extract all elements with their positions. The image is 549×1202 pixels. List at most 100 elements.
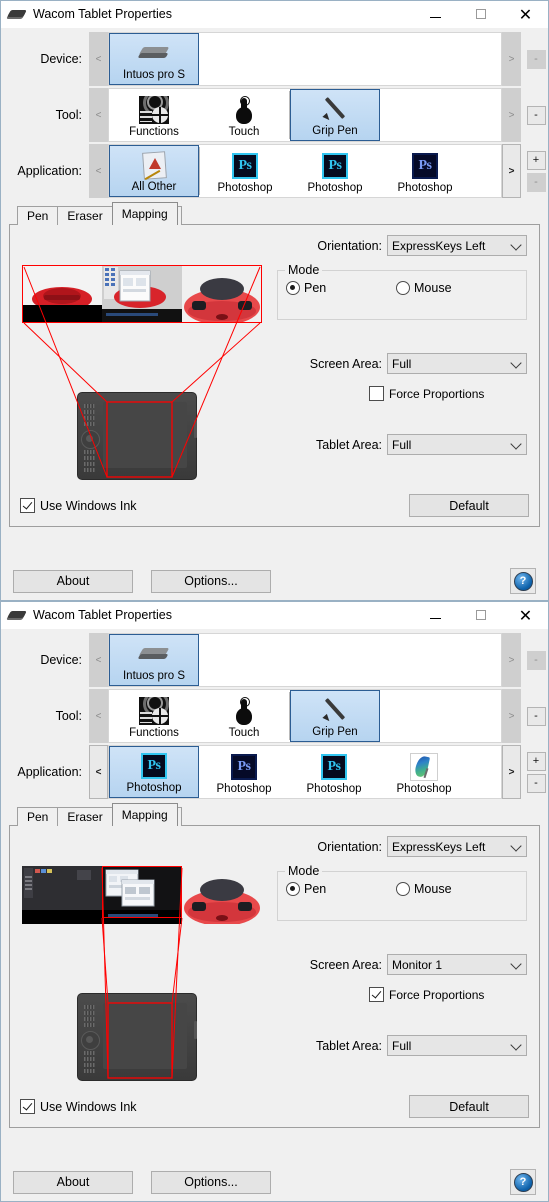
functions-icon xyxy=(139,696,169,726)
application-item-photoshop-0[interactable]: Ps Photoshop xyxy=(109,746,199,798)
orientation-label: Orientation: xyxy=(317,839,382,854)
radio-dot-icon xyxy=(396,882,410,896)
mode-group: Mode Pen Mouse xyxy=(277,864,527,921)
mode-pen-radio[interactable]: Pen xyxy=(286,281,396,295)
tool-item-functions[interactable]: Functions xyxy=(109,89,199,141)
tool-next-button[interactable]: > xyxy=(502,689,521,743)
device-minus-col: - xyxy=(524,32,548,86)
tab-eraser[interactable]: Eraser xyxy=(57,807,113,826)
options-button[interactable]: Options... xyxy=(151,1170,271,1194)
default-button[interactable]: Default xyxy=(409,1095,529,1118)
device-next-button[interactable]: > xyxy=(502,633,521,687)
application-prev-button[interactable]: < xyxy=(89,144,108,198)
maximize-button[interactable] xyxy=(458,602,503,628)
tool-remove-button[interactable]: - xyxy=(526,706,546,726)
tool-item-grip-pen[interactable]: Grip Pen xyxy=(290,690,380,742)
application-item-photoshop-3[interactable]: Ps Photoshop xyxy=(380,145,470,197)
tablet-preview[interactable] xyxy=(77,392,197,480)
tool-remove-button[interactable]: - xyxy=(526,105,546,125)
application-item-photoshop-1[interactable]: Ps Photoshop xyxy=(199,746,289,798)
device-item-intuos-pro-s[interactable]: Intuos pro S xyxy=(109,634,199,686)
chevron-down-icon xyxy=(510,1039,522,1051)
application-item-label: Photoshop xyxy=(307,182,363,194)
application-remove-button[interactable]: - xyxy=(526,773,546,793)
application-item-photoshop-2[interactable]: Ps Photoshop xyxy=(289,746,379,798)
force-proportions-checkbox[interactable] xyxy=(369,386,384,401)
close-button[interactable]: ✕ xyxy=(503,602,548,628)
help-button[interactable]: ? xyxy=(510,568,536,594)
tablet-area-select[interactable]: Full xyxy=(387,1035,527,1056)
minimize-button[interactable] xyxy=(413,1,458,27)
window-controls: ✕ xyxy=(413,602,548,628)
device-remove-button[interactable]: - xyxy=(526,49,546,69)
force-proportions-row[interactable]: Force Proportions xyxy=(277,987,527,1002)
force-proportions-checkbox[interactable] xyxy=(369,987,384,1002)
help-button[interactable]: ? xyxy=(510,1169,536,1195)
tool-item-touch[interactable]: Touch xyxy=(199,89,289,141)
functions-icon xyxy=(139,95,169,125)
application-item-photoshop-2[interactable]: Ps Photoshop xyxy=(290,145,380,197)
minimize-button[interactable] xyxy=(413,602,458,628)
screen-preview[interactable] xyxy=(22,866,262,924)
mode-mouse-radio[interactable]: Mouse xyxy=(396,882,452,896)
application-item-label: All Other xyxy=(131,181,177,193)
device-prev-button[interactable]: < xyxy=(89,32,108,86)
device-next-button[interactable]: > xyxy=(502,32,521,86)
maximize-button[interactable] xyxy=(458,1,503,27)
mode-pen-radio[interactable]: Pen xyxy=(286,882,396,896)
device-remove-button[interactable]: - xyxy=(526,650,546,670)
options-button[interactable]: Options... xyxy=(151,569,271,593)
tool-item-label: Touch xyxy=(228,126,260,138)
about-button[interactable]: About xyxy=(13,1170,133,1194)
device-item-intuos-pro-s[interactable]: Intuos pro S xyxy=(109,33,199,85)
tab-mapping[interactable]: Mapping xyxy=(111,803,178,826)
use-windows-ink-checkbox[interactable] xyxy=(20,1099,35,1114)
application-remove-button[interactable]: - xyxy=(526,172,546,192)
tablet-area-value: Full xyxy=(392,437,412,452)
tool-row: Tool: < Functions Touch Grip Pen > - xyxy=(1,88,548,142)
orientation-row: Orientation: ExpressKeys Left xyxy=(277,235,527,256)
application-item-photoshop-3[interactable]: Photoshop xyxy=(379,746,469,798)
tool-item-touch[interactable]: Touch xyxy=(199,690,289,742)
application-item-photoshop-1[interactable]: Ps Photoshop xyxy=(200,145,290,197)
device-prev-button[interactable]: < xyxy=(89,633,108,687)
application-next-button[interactable]: > xyxy=(502,144,521,198)
application-strip: Ps Photoshop Ps Photoshop Ps Photoshop P… xyxy=(108,745,502,799)
force-proportions-row[interactable]: Force Proportions xyxy=(277,386,527,401)
tablet-area-select[interactable]: Full xyxy=(387,434,527,455)
orientation-select[interactable]: ExpressKeys Left xyxy=(387,836,527,857)
close-button[interactable]: ✕ xyxy=(503,1,548,27)
default-button[interactable]: Default xyxy=(409,494,529,517)
tablet-preview[interactable] xyxy=(77,993,197,1081)
tab-eraser[interactable]: Eraser xyxy=(57,206,113,225)
tool-prev-button[interactable]: < xyxy=(89,88,108,142)
screen-area-select[interactable]: Full xyxy=(387,353,527,374)
use-windows-ink-checkbox[interactable] xyxy=(20,498,35,513)
device-strip: Intuos pro S xyxy=(108,633,502,687)
application-prev-button[interactable]: < xyxy=(89,745,108,799)
tool-next-button[interactable]: > xyxy=(502,88,521,142)
window-title: Wacom Tablet Properties xyxy=(33,7,172,21)
application-row: Application: < Ps Photoshop Ps Photoshop… xyxy=(1,745,548,799)
tab-pen[interactable]: Pen xyxy=(17,206,59,225)
use-windows-ink-row[interactable]: Use Windows Ink xyxy=(20,1099,137,1114)
orientation-value: ExpressKeys Left xyxy=(392,238,486,253)
application-strip: All Other Ps Photoshop Ps Photoshop Ps P… xyxy=(108,144,502,198)
application-add-button[interactable]: + xyxy=(526,150,546,170)
tool-item-functions[interactable]: Functions xyxy=(109,690,199,742)
use-windows-ink-row[interactable]: Use Windows Ink xyxy=(20,498,137,513)
tool-item-grip-pen[interactable]: Grip Pen xyxy=(290,89,380,141)
orientation-select[interactable]: ExpressKeys Left xyxy=(387,235,527,256)
force-proportions-label: Force Proportions xyxy=(389,987,485,1002)
application-next-button[interactable]: > xyxy=(502,745,521,799)
application-item-all-other[interactable]: All Other xyxy=(109,145,199,197)
tab-pen[interactable]: Pen xyxy=(17,807,59,826)
pen-icon xyxy=(320,94,350,124)
application-add-button[interactable]: + xyxy=(526,751,546,771)
mode-mouse-radio[interactable]: Mouse xyxy=(396,281,452,295)
tab-mapping[interactable]: Mapping xyxy=(111,202,178,225)
about-button[interactable]: About xyxy=(13,569,133,593)
tool-prev-button[interactable]: < xyxy=(89,689,108,743)
screen-area-select[interactable]: Monitor 1 xyxy=(387,954,527,975)
screen-preview[interactable] xyxy=(22,265,262,323)
